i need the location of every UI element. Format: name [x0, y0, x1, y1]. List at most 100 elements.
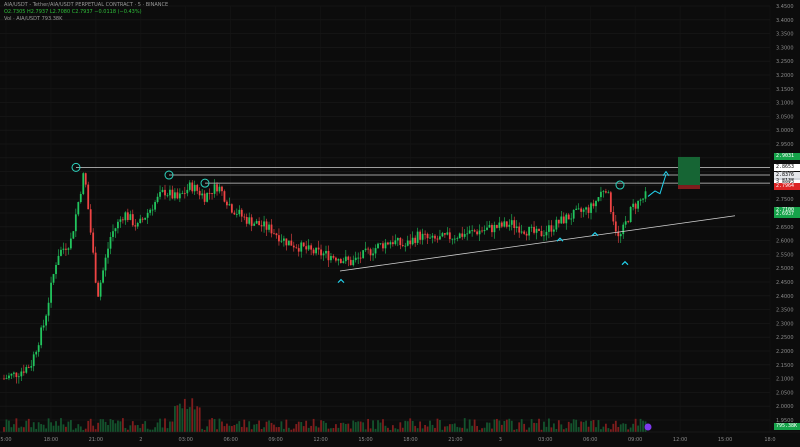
volume-bar	[491, 428, 493, 432]
candle-body	[441, 233, 444, 237]
volume-bar	[89, 418, 92, 432]
volume-bar	[131, 421, 134, 432]
volume-bar	[327, 428, 330, 432]
candle-body	[253, 223, 256, 226]
volume-bar	[483, 427, 486, 432]
volume-bar	[538, 418, 540, 432]
volume-bar	[335, 424, 337, 432]
candle-body	[99, 282, 102, 297]
volume-bar	[332, 428, 335, 432]
candle-body	[275, 233, 278, 236]
candle-body	[131, 214, 134, 226]
volume-bar	[193, 409, 196, 432]
candle-body	[15, 372, 18, 378]
volume-bar	[602, 426, 605, 432]
volume-bar	[213, 419, 216, 432]
candle-body	[330, 256, 332, 261]
candle-body	[201, 193, 204, 196]
volume-bar	[434, 427, 436, 432]
candle-body	[285, 238, 288, 246]
candle-body	[268, 224, 270, 230]
volume-bar	[597, 420, 600, 432]
x-tick-label: 15:00	[718, 437, 732, 443]
candle-body	[325, 250, 327, 254]
volume-bar	[305, 420, 308, 432]
candle-body	[72, 231, 75, 239]
volume-bar	[112, 420, 114, 432]
candle-body	[357, 257, 360, 259]
candle-body	[312, 249, 315, 254]
candle-body	[471, 230, 474, 232]
candle-body	[364, 248, 367, 251]
volume-bar	[359, 421, 362, 432]
volume-bar	[448, 424, 451, 432]
y-tick-label: 3.2000	[776, 73, 794, 79]
candle-body	[560, 216, 563, 224]
candle-body	[572, 209, 575, 219]
candle-body	[89, 209, 92, 233]
candle-body	[40, 327, 43, 346]
candle-body	[419, 231, 422, 240]
volume-bar	[379, 422, 382, 432]
volume-bar	[226, 423, 228, 432]
target-zone	[678, 156, 700, 186]
volume-bar	[458, 427, 461, 432]
volume-bar	[203, 429, 206, 432]
volume-bar	[394, 428, 397, 432]
candle-body	[401, 245, 404, 247]
time-axis[interactable]: 5:00 18:00 21:00 2 03:00 06:00 09:00 12:00 15:00…	[0, 431, 800, 443]
volume-bar	[17, 427, 20, 432]
candle-body	[104, 257, 107, 271]
volume-bar	[270, 422, 273, 432]
candle-body	[10, 373, 13, 376]
volume-bar	[151, 429, 154, 432]
candle-body	[57, 255, 60, 266]
candle-body	[515, 226, 518, 228]
y-tick-label: 2.5000	[776, 266, 794, 272]
volume-bar	[421, 428, 424, 432]
volume-bar	[468, 419, 471, 432]
volume-bar	[339, 422, 342, 432]
candle-body	[369, 249, 372, 256]
candle-body	[211, 192, 213, 194]
volume-bar	[55, 421, 57, 432]
price-tag: 2.7964	[774, 182, 800, 190]
volume-bar	[258, 420, 261, 432]
volume-bar	[312, 418, 315, 432]
candle-body	[134, 225, 137, 227]
volume-bar	[27, 418, 30, 432]
candle-body	[186, 189, 189, 194]
candle-body	[429, 237, 431, 239]
candle-body	[614, 221, 617, 232]
volume-bar	[94, 429, 97, 432]
candle-body	[126, 212, 129, 220]
candle-body	[520, 231, 523, 233]
candle-body	[112, 231, 114, 237]
volume-bar	[518, 422, 521, 432]
candle-body	[602, 191, 605, 193]
candle-body	[240, 209, 243, 217]
candle-body	[548, 225, 550, 232]
volume-bar	[15, 418, 18, 432]
settings-icon	[644, 423, 652, 431]
volume-bar	[13, 424, 15, 432]
volume-bar	[253, 424, 256, 432]
candle-body	[258, 221, 261, 226]
candle-body	[295, 247, 298, 249]
candle-body	[362, 250, 365, 259]
candle-body	[518, 226, 521, 233]
volume-bar	[471, 425, 474, 432]
candle-body	[394, 240, 397, 245]
candle-body	[639, 199, 642, 201]
volume-bar	[69, 420, 72, 432]
price-chart[interactable]: 3.4500 3.4000 3.3500 3.3000 3.2500 3.2000 3.15…	[0, 0, 800, 447]
volume-bar	[548, 418, 550, 432]
volume-bar	[461, 427, 464, 432]
candle-body	[409, 240, 412, 245]
candle-body	[129, 214, 132, 220]
candle-body	[94, 252, 97, 283]
volume-bar	[357, 421, 360, 432]
candle-body	[538, 228, 540, 231]
candle-body	[13, 372, 15, 374]
volume-bar	[466, 428, 469, 432]
